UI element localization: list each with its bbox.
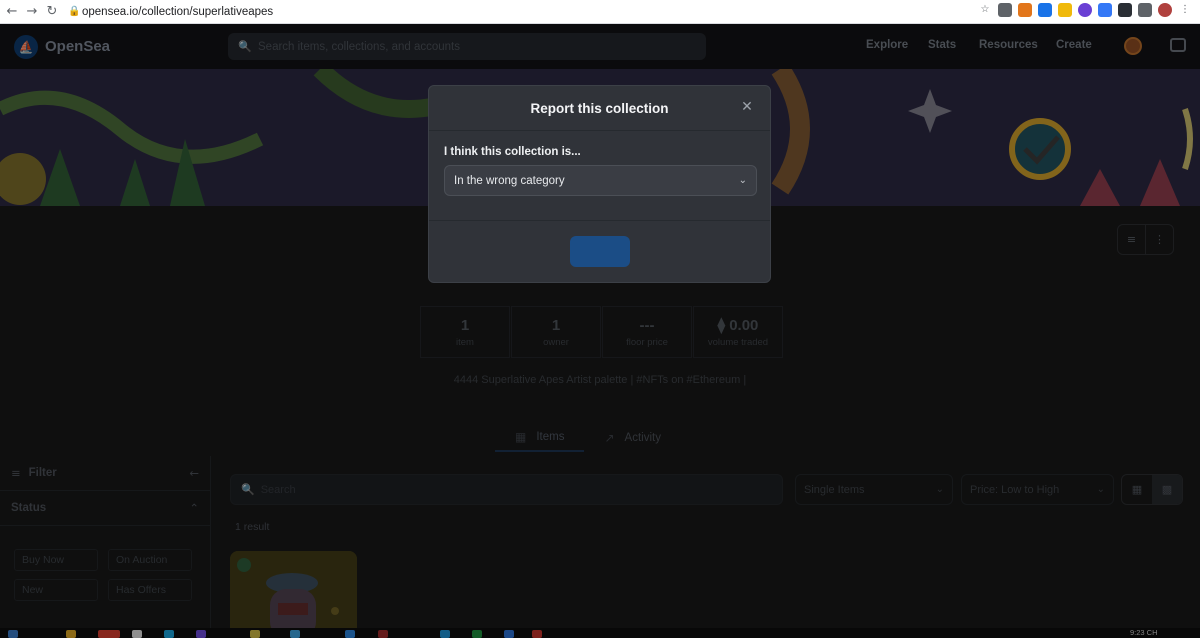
reload-icon[interactable]: ↻ [42, 2, 62, 22]
modal-body: I think this collection is... In the wro… [429, 131, 770, 221]
modal-title: Report this collection [530, 100, 669, 116]
close-icon[interactable]: ✕ [739, 99, 755, 115]
report-submit-button[interactable] [570, 236, 630, 267]
bookmark-star-icon[interactable]: ☆ [978, 3, 992, 17]
back-icon[interactable]: ← [2, 2, 22, 22]
extension-icon[interactable] [1118, 3, 1132, 17]
chevron-down-icon: ⌄ [738, 175, 747, 186]
modal-footer [429, 221, 770, 283]
screen: ← → ↻ 🔒 opensea.io/collection/superlativ… [0, 0, 1200, 638]
report-reason-select[interactable]: In the wrong category ⌄ [444, 165, 757, 196]
extension-icon[interactable] [1058, 3, 1072, 17]
lock-icon: 🔒 [68, 6, 81, 17]
metamask-icon[interactable] [1018, 3, 1032, 17]
address-bar[interactable]: 🔒 opensea.io/collection/superlativeapes [68, 2, 968, 22]
browser-toolbar: ← → ↻ 🔒 opensea.io/collection/superlativ… [0, 0, 1200, 24]
report-reason-label: I think this collection is... [444, 146, 581, 158]
url-text: opensea.io/collection/superlativeapes [82, 5, 274, 18]
extension-bar: ☆ ⋮ [978, 3, 1192, 17]
kebab-menu-icon[interactable]: ⋮ [1178, 3, 1192, 17]
shield-icon[interactable] [1098, 3, 1112, 17]
modal-header: Report this collection ✕ [429, 86, 770, 131]
report-collection-modal: Report this collection ✕ I think this co… [428, 85, 771, 283]
extension-icon[interactable] [998, 3, 1012, 17]
report-reason-value: In the wrong category [454, 174, 565, 187]
profile-avatar[interactable] [1158, 3, 1172, 17]
forward-icon[interactable]: → [22, 2, 42, 22]
extension-icon[interactable] [1078, 3, 1092, 17]
extension-icon[interactable] [1038, 3, 1052, 17]
puzzle-icon[interactable] [1138, 3, 1152, 17]
